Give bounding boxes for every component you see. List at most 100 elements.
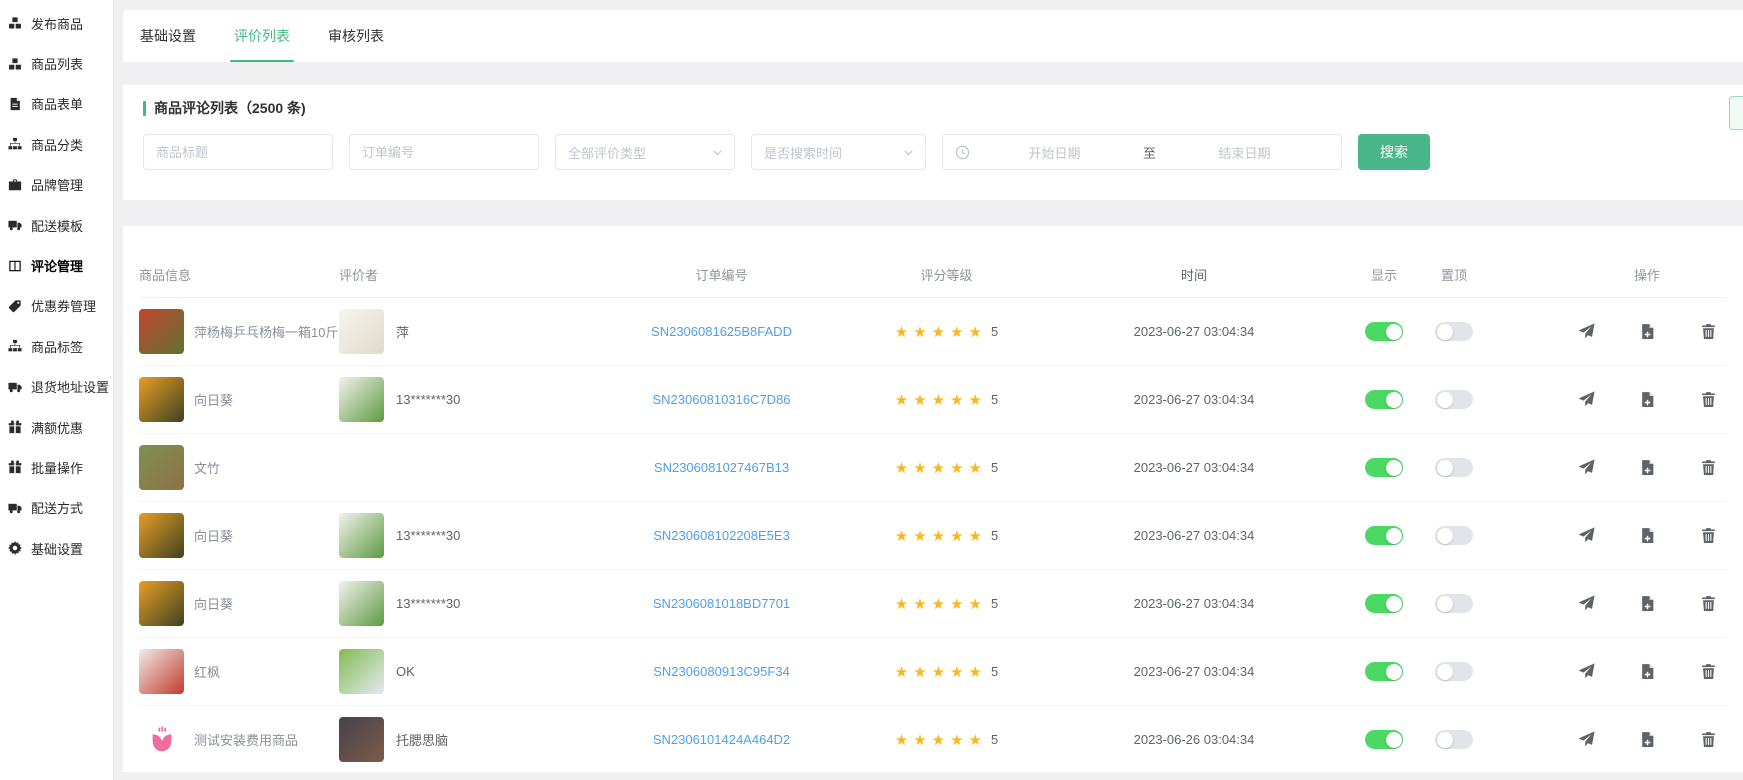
sidebar-item-1[interactable]: 商品列表 bbox=[0, 43, 113, 83]
table-row: 红枫OKSN2306080913C95F34★★★★★52023-06-27 0… bbox=[139, 638, 1727, 706]
top-toggle[interactable] bbox=[1435, 730, 1473, 749]
top-cell bbox=[1419, 322, 1489, 341]
reviewer-cell: 13*******30 bbox=[339, 581, 589, 626]
add-new-button[interactable]: + 新 bbox=[1729, 96, 1743, 130]
sidebar-item-12[interactable]: 配送方式 bbox=[0, 488, 113, 528]
top-toggle[interactable] bbox=[1435, 458, 1473, 477]
table-row: 向日葵13*******30SN230608102208E5E3★★★★★520… bbox=[139, 502, 1727, 570]
order-number-link[interactable]: SN23060810316C7D86 bbox=[652, 392, 790, 407]
product-title-input[interactable] bbox=[143, 134, 333, 170]
show-cell bbox=[1349, 662, 1419, 681]
delete-button[interactable] bbox=[1699, 663, 1717, 681]
top-toggle[interactable] bbox=[1435, 322, 1473, 341]
sidebar-item-10[interactable]: 满额优惠 bbox=[0, 407, 113, 447]
top-cell bbox=[1419, 594, 1489, 613]
reply-button[interactable] bbox=[1577, 391, 1595, 409]
reply-button[interactable] bbox=[1577, 459, 1595, 477]
panel-title: 商品评论列表（2500 条) bbox=[143, 98, 1723, 118]
time-cell: 2023-06-27 03:04:34 bbox=[1039, 460, 1349, 475]
show-cell bbox=[1349, 322, 1419, 341]
add-note-button[interactable] bbox=[1638, 595, 1656, 613]
file-plus-icon bbox=[1639, 459, 1656, 476]
show-toggle[interactable] bbox=[1365, 322, 1403, 341]
reply-button[interactable] bbox=[1577, 527, 1595, 545]
sidebar-item-7[interactable]: 优惠券管理 bbox=[0, 286, 113, 326]
file-plus-icon bbox=[1639, 595, 1656, 612]
delete-button[interactable] bbox=[1699, 731, 1717, 749]
top-cell bbox=[1419, 526, 1489, 545]
sidebar-item-3[interactable]: 商品分类 bbox=[0, 124, 113, 164]
reviewer-avatar bbox=[339, 717, 384, 762]
add-note-button[interactable] bbox=[1638, 459, 1656, 477]
add-note-button[interactable] bbox=[1638, 663, 1656, 681]
sidebar-item-6[interactable]: 评论管理 bbox=[0, 245, 113, 285]
sidebar-item-8[interactable]: 商品标签 bbox=[0, 326, 113, 366]
reply-button[interactable] bbox=[1577, 323, 1595, 341]
trash-icon bbox=[1700, 527, 1717, 544]
product-cell: 红枫 bbox=[139, 649, 339, 694]
add-note-button[interactable] bbox=[1638, 323, 1656, 341]
rating-value: 5 bbox=[991, 460, 998, 475]
tab-1[interactable]: 评价列表 bbox=[234, 10, 290, 62]
show-toggle[interactable] bbox=[1365, 594, 1403, 613]
add-note-button[interactable] bbox=[1638, 731, 1656, 749]
tab-0[interactable]: 基础设置 bbox=[140, 10, 196, 62]
date-end-placeholder: 结束日期 bbox=[1160, 143, 1329, 162]
date-range-picker[interactable]: 开始日期 至 结束日期 bbox=[942, 134, 1342, 170]
search-button[interactable]: 搜索 bbox=[1358, 134, 1430, 170]
top-toggle[interactable] bbox=[1435, 662, 1473, 681]
reply-button[interactable] bbox=[1577, 663, 1595, 681]
delete-button[interactable] bbox=[1699, 323, 1717, 341]
sidebar: 发布商品商品列表商品表单商品分类品牌管理配送模板评论管理优惠券管理商品标签退货地… bbox=[0, 0, 114, 780]
delete-button[interactable] bbox=[1699, 595, 1717, 613]
top-toggle[interactable] bbox=[1435, 526, 1473, 545]
sidebar-item-label: 优惠券管理 bbox=[31, 296, 96, 315]
top-toggle[interactable] bbox=[1435, 390, 1473, 409]
actions-cell bbox=[1567, 391, 1727, 409]
show-cell bbox=[1349, 594, 1419, 613]
show-toggle[interactable] bbox=[1365, 662, 1403, 681]
product-name: 萍杨梅乒乓杨梅一箱10斤 bbox=[194, 322, 338, 341]
reviewer-name: 13*******30 bbox=[396, 392, 460, 407]
sidebar-item-4[interactable]: 品牌管理 bbox=[0, 165, 113, 205]
reply-button[interactable] bbox=[1577, 595, 1595, 613]
show-toggle[interactable] bbox=[1365, 458, 1403, 477]
delete-button[interactable] bbox=[1699, 527, 1717, 545]
top-toggle[interactable] bbox=[1435, 594, 1473, 613]
review-type-select[interactable]: 全部评价类型 bbox=[555, 134, 735, 170]
top-cell bbox=[1419, 730, 1489, 749]
sidebar-item-0[interactable]: 发布商品 bbox=[0, 3, 113, 43]
sitemap-icon bbox=[8, 137, 23, 152]
order-number-link[interactable]: SN2306080913C95F34 bbox=[653, 664, 790, 679]
order-number-link[interactable]: SN2306101424A464D2 bbox=[653, 732, 790, 747]
sidebar-item-11[interactable]: 批量操作 bbox=[0, 447, 113, 487]
order-cell: SN2306101424A464D2 bbox=[589, 732, 854, 747]
sidebar-item-label: 配送模板 bbox=[31, 216, 83, 235]
sidebar-item-2[interactable]: 商品表单 bbox=[0, 84, 113, 124]
sidebar-item-5[interactable]: 配送模板 bbox=[0, 205, 113, 245]
order-no-input[interactable] bbox=[349, 134, 539, 170]
order-number-link[interactable]: SN2306081625B8FADD bbox=[651, 324, 792, 339]
reviewer-name: 13*******30 bbox=[396, 528, 460, 543]
order-cell: SN230608102208E5E3 bbox=[589, 528, 854, 543]
add-note-button[interactable] bbox=[1638, 391, 1656, 409]
add-note-button[interactable] bbox=[1638, 527, 1656, 545]
product-cell: 向日葵 bbox=[139, 513, 339, 558]
reply-button[interactable] bbox=[1577, 731, 1595, 749]
tab-2[interactable]: 审核列表 bbox=[328, 10, 384, 62]
sidebar-item-9[interactable]: 退货地址设置 bbox=[0, 367, 113, 407]
actions-cell bbox=[1567, 323, 1727, 341]
show-toggle[interactable] bbox=[1365, 526, 1403, 545]
delete-button[interactable] bbox=[1699, 391, 1717, 409]
delete-button[interactable] bbox=[1699, 459, 1717, 477]
order-number-link[interactable]: SN2306081018BD7701 bbox=[653, 596, 790, 611]
order-number-link[interactable]: SN230608102208E5E3 bbox=[653, 528, 790, 543]
column-header: 操作 bbox=[1567, 265, 1727, 284]
show-toggle[interactable] bbox=[1365, 730, 1403, 749]
show-toggle[interactable] bbox=[1365, 390, 1403, 409]
time-search-select[interactable]: 是否搜索时间 bbox=[751, 134, 926, 170]
sidebar-item-13[interactable]: 基础设置 bbox=[0, 528, 113, 568]
paper-plane-icon bbox=[1578, 459, 1595, 476]
order-number-link[interactable]: SN2306081027467B13 bbox=[654, 460, 789, 475]
tab-label: 基础设置 bbox=[140, 26, 196, 46]
